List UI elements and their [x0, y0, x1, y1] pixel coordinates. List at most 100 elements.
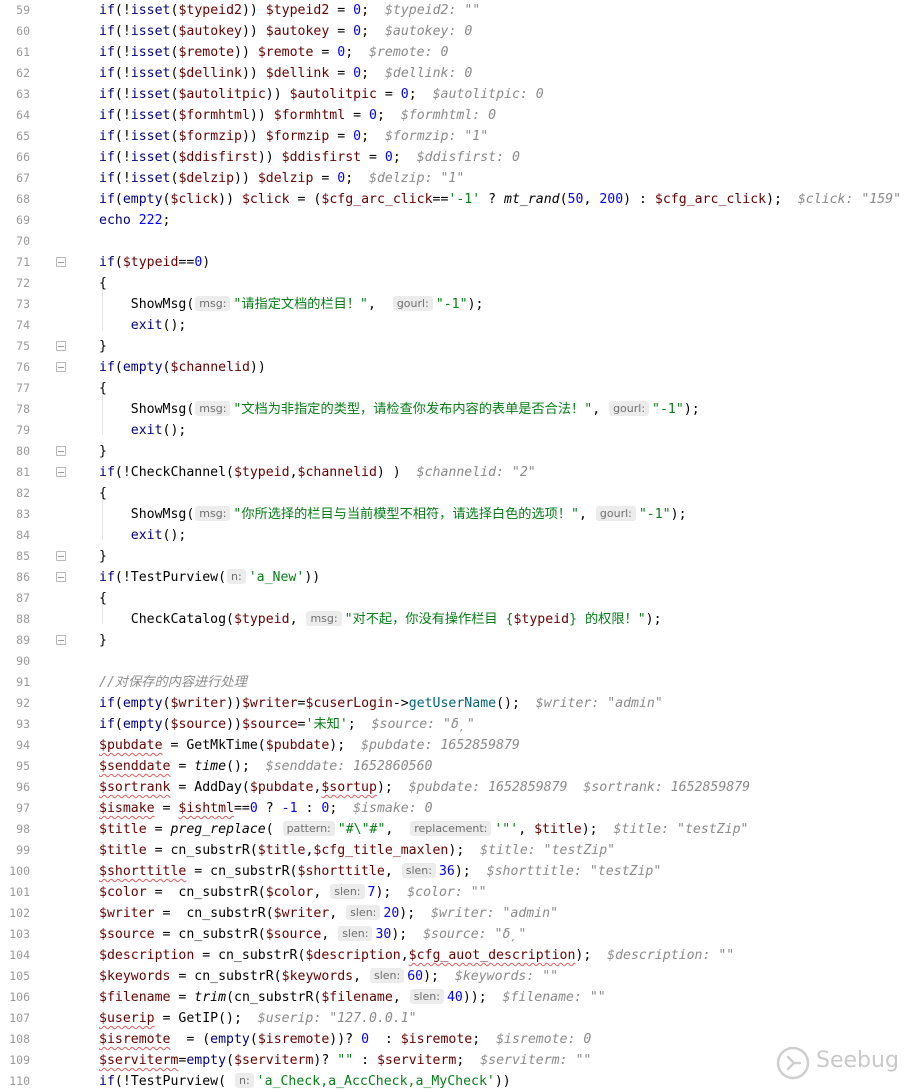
code-token: , — [384, 864, 401, 879]
fold-marker-icon[interactable] — [56, 572, 66, 582]
code-line[interactable]: 104 $description = cn_substrR($descriptio… — [0, 945, 922, 966]
code-token: )) — [226, 717, 242, 732]
line-number: 74 — [16, 318, 30, 332]
code-line[interactable]: 77 { — [0, 378, 922, 399]
code-line[interactable]: 99 $title = cn_substrR($title,$cfg_title_… — [0, 840, 922, 861]
code-line[interactable]: 71 if($typeid==0) — [0, 252, 922, 273]
code-text: if(!isset($remote)) $remote = 0; $remote… — [99, 42, 448, 63]
code-token: ( — [249, 1032, 258, 1047]
code-line[interactable]: 92 if(empty($writer))$writer=$cuserLogin-… — [0, 693, 922, 714]
code-line[interactable]: 66 if(!isset($ddisfirst)) $ddisfirst = 0;… — [0, 147, 922, 168]
code-line[interactable]: 101 $color = cn_substrR($color, slen: 7); … — [0, 882, 922, 903]
line-number: 75 — [16, 339, 30, 353]
keyword: isset — [130, 171, 171, 186]
inlay-hint: $writer: "admin" — [431, 906, 559, 921]
line-number: 62 — [16, 66, 30, 80]
code-token: , — [400, 948, 409, 963]
fold-marker-icon[interactable] — [56, 257, 66, 267]
code-line[interactable]: 63 if(!isset($autolitpic)) $autolitpic = … — [0, 84, 922, 105]
code-line[interactable]: 59 if(!isset($typeid2)) $typeid2 = 0; $ty… — [0, 0, 922, 21]
number-literal: 36 — [438, 864, 455, 879]
code-line[interactable]: 98 $title = preg_replace( pattern: "#\"#",… — [0, 819, 922, 840]
function-call: trim — [194, 990, 227, 1005]
line-number: 64 — [16, 108, 30, 122]
code-line[interactable]: 100 $shorttitle = cn_substrR($shorttitle,… — [0, 861, 922, 882]
code-token: , — [289, 612, 306, 627]
code-line[interactable]: 68 if(empty($click)) $click = ($cfg_arc_c… — [0, 189, 922, 210]
fold-marker-icon[interactable] — [56, 362, 66, 372]
variable: $typeid — [513, 612, 570, 627]
inlay-hint: $typeid2: "" — [384, 3, 481, 18]
code-token: )) — [218, 192, 242, 207]
keyword: isset — [130, 45, 171, 60]
fold-marker-icon[interactable] — [56, 341, 66, 351]
inlay-hint: $channelid: "2" — [416, 465, 536, 480]
variable: $ddisfirst — [178, 150, 258, 165]
code-line[interactable]: 102 $writer = cn_substrR($writer, slen: 20… — [0, 903, 922, 924]
code-line[interactable]: 79 exit(); — [0, 420, 922, 441]
code-line[interactable]: 72 { — [0, 273, 922, 294]
code-token: = ( — [170, 1032, 211, 1047]
code-line[interactable]: 75} — [0, 336, 922, 357]
code-line[interactable]: 86 if(!TestPurview(n:'a_New')) — [0, 567, 922, 588]
variable: $remote — [257, 45, 314, 60]
code-line[interactable]: 88 CheckCatalog($typeid, msg: "对不起，你没有操作栏… — [0, 609, 922, 630]
code-token: , — [583, 192, 600, 207]
code-line[interactable]: 70 — [0, 231, 922, 252]
inlay-hint: $pubdate: 1652859879 — [361, 738, 520, 753]
code-line[interactable]: 67 if(!isset($delzip)) $delzip = 0; $delz… — [0, 168, 922, 189]
inlay-hint: $userip: "127.0.0.1" — [257, 1011, 417, 1026]
code-line[interactable]: 78 ShowMsg(msg: "文档为非指定的类型，请检查你发布内容的表单是否合… — [0, 399, 922, 420]
variable: $source — [241, 717, 298, 732]
code-line[interactable]: 61 if(!isset($remote)) $remote = 0; $remo… — [0, 42, 922, 63]
code-token: (! — [114, 87, 131, 102]
code-token: = cn_substrR( — [146, 843, 258, 858]
code-token: ; — [162, 213, 171, 228]
code-line[interactable]: 87 { — [0, 588, 922, 609]
code-line[interactable]: 82 { — [0, 483, 922, 504]
fold-marker-icon[interactable] — [56, 635, 66, 645]
code-text: if(!isset($dellink)) $dellink = 0; $dell… — [99, 63, 472, 84]
fold-marker-icon[interactable] — [56, 551, 66, 561]
fold-marker-icon[interactable] — [56, 467, 66, 477]
code-line[interactable]: 60 if(!isset($autokey)) $autokey = 0; $au… — [0, 21, 922, 42]
parameter-hint: gourl: — [392, 296, 433, 311]
code-line[interactable]: 93 if(empty($source))$source='未知'; $sourc… — [0, 714, 922, 735]
code-line[interactable]: 96 $sortrank = AddDay($pubdate,$sortup); … — [0, 777, 922, 798]
code-token: { — [99, 276, 107, 291]
fold-marker-icon[interactable] — [56, 446, 66, 456]
variable: $formzip — [178, 129, 242, 144]
code-token: )) — [304, 570, 321, 585]
code-line[interactable]: 89} — [0, 630, 922, 651]
code-line[interactable]: 83 ShowMsg(msg: "你所选择的栏目与当前模型不相符，请选择白色的选项… — [0, 504, 922, 525]
code-token: )) — [241, 66, 266, 81]
inlay-hint: $click: "159" — [797, 192, 902, 207]
code-line[interactable]: 81 if(!CheckChannel($typeid,$channelid) )… — [0, 462, 922, 483]
code-line[interactable]: 62 if(!isset($dellink)) $dellink = 0; $de… — [0, 63, 922, 84]
code-line[interactable]: 106 $filename = trim(cn_substrR($filename… — [0, 987, 922, 1008]
variable: $ddisfirst — [281, 150, 362, 165]
code-line[interactable]: 84 exit(); — [0, 525, 922, 546]
code-line[interactable]: 97 $ismake = $ishtml==0 ? -1 : 0; $ismake… — [0, 798, 922, 819]
code-line[interactable]: 80} — [0, 441, 922, 462]
code-line[interactable]: 91 //对保存的内容进行处理 — [0, 672, 922, 693]
code-line[interactable]: 90 — [0, 651, 922, 672]
code-token: CheckCatalog( — [99, 612, 234, 627]
code-line[interactable]: 76 if(empty($channelid)) — [0, 357, 922, 378]
code-line[interactable]: 94 $pubdate = GetMkTime($pubdate); $pubda… — [0, 735, 922, 756]
code-line[interactable]: 85} — [0, 546, 922, 567]
code-line[interactable]: 64 if(!isset($formhtml)) $formhtml = 0; $… — [0, 105, 922, 126]
code-editor[interactable]: 59 if(!isset($typeid2)) $typeid2 = 0; $ty… — [0, 0, 922, 1092]
code-line[interactable]: 73 ShowMsg(msg: "请指定文档的栏目！", gourl: "-1"); — [0, 294, 922, 315]
code-line[interactable]: 105 $keywords = cn_substrR($keywords, sle… — [0, 966, 922, 987]
code-line[interactable]: 95 $senddate = time(); $senddate: 1652860… — [0, 756, 922, 777]
inlay-hint: $ismake: 0 — [353, 801, 433, 816]
code-line[interactable]: 103 $source = cn_substrR($source, slen: 30… — [0, 924, 922, 945]
code-line[interactable]: 107 $userip = GetIP(); $userip: "127.0.0.… — [0, 1008, 922, 1029]
line-number: 100 — [9, 864, 30, 878]
code-line[interactable]: 74 exit(); — [0, 315, 922, 336]
code-text: $title = cn_substrR($title,$cfg_title_ma… — [99, 840, 615, 861]
code-line[interactable]: 69 echo 222; — [0, 210, 922, 231]
code-line[interactable]: 65 if(!isset($formzip)) $formzip = 0; $fo… — [0, 126, 922, 147]
code-text: if(empty($click)) $click = ($cfg_arc_cli… — [99, 189, 901, 210]
